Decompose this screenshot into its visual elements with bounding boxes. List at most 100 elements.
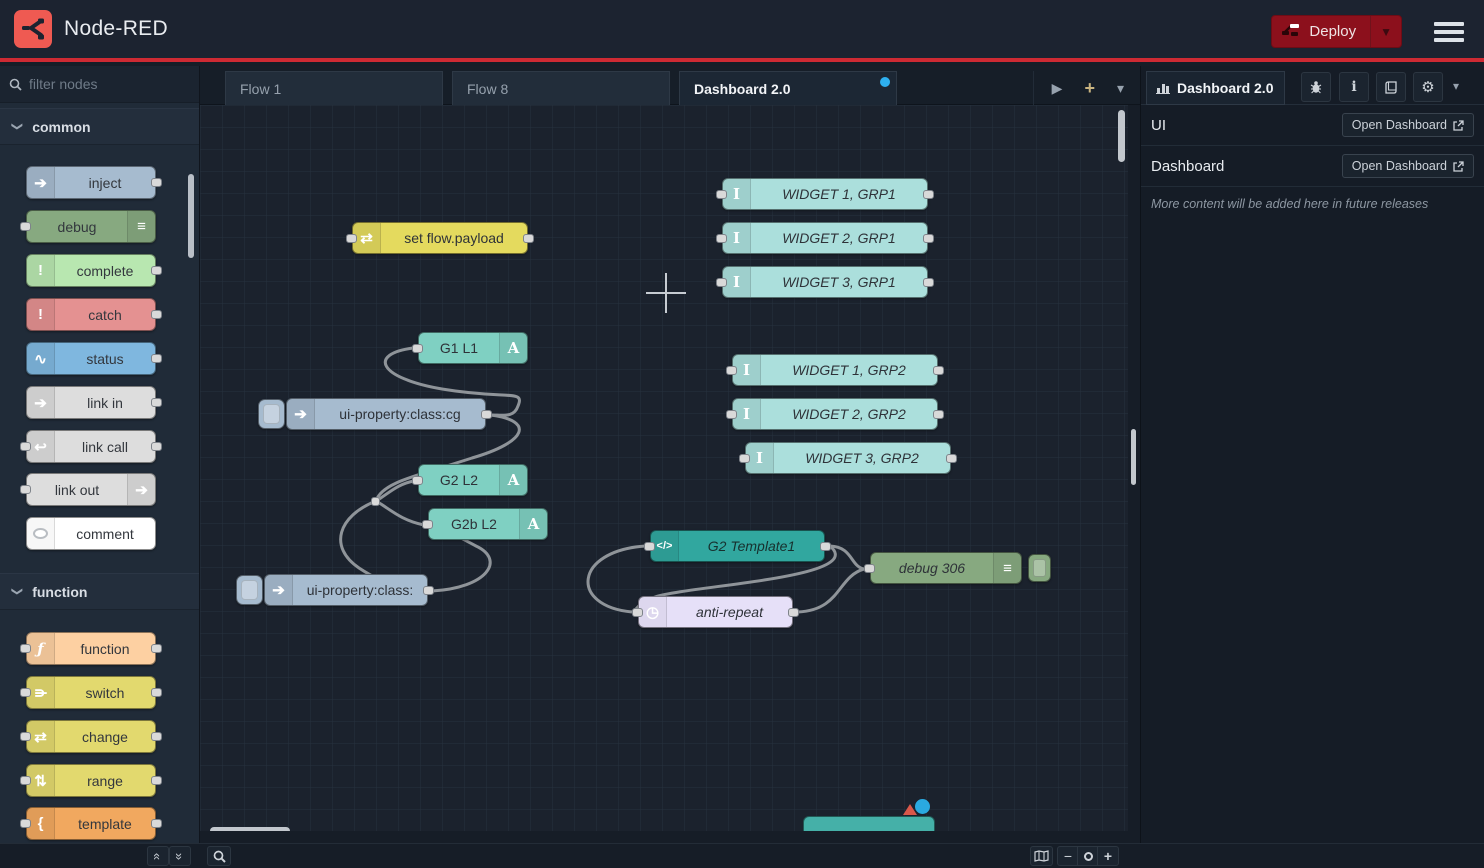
output-port [923,190,934,199]
modified-dot [915,799,930,814]
palette-node-debug[interactable]: debug ≡ [26,210,156,243]
style-a-icon: A [519,509,547,539]
output-port [151,644,162,653]
inject-button[interactable] [236,575,263,605]
gear-icon: ⚙ [1421,78,1434,96]
output-port [151,266,162,275]
palette-node-inject[interactable]: ➔ inject [26,166,156,199]
inject-icon: ➔ [287,399,315,429]
link-in-icon: ➔ [27,387,55,418]
flow-canvas[interactable]: ⇄ set flow.payload I WIDGET 1, GRP1 I WI… [200,105,1128,831]
node-widget-1-grp2[interactable]: I WIDGET 1, GRP2 [732,354,938,386]
palette-node-catch[interactable]: ! catch [26,298,156,331]
navigator-button[interactable] [1030,846,1053,866]
input-port [20,222,31,231]
node-debug-306[interactable]: debug 306 ≡ [870,552,1022,584]
node-g1-l1[interactable]: G1 L1 A [418,332,528,364]
sidebar-note: More content will be added here in futur… [1141,187,1484,221]
palette-node-function[interactable]: ƒ function [26,632,156,665]
wire-junction[interactable] [371,497,380,506]
tab-flow-8[interactable]: Flow 8 [452,71,670,105]
node-widget-3-grp1[interactable]: I WIDGET 3, GRP1 [722,266,928,298]
palette-node-range[interactable]: ⇅ range [26,764,156,797]
palette-filter[interactable]: filter nodes [0,66,199,103]
node-anti-repeat[interactable]: ◷ anti-repeat [638,596,793,628]
output-port [820,542,831,551]
palette-node-switch[interactable]: ⋔ switch [26,676,156,709]
settings-button[interactable]: ⚙ [1413,72,1443,102]
zoom-in-button[interactable]: + [1097,846,1119,866]
input-port [20,819,31,828]
sidebar-header: Dashboard 2.0 i ⚙ ▾ [1141,66,1484,105]
palette-expand-all-button[interactable]: » [169,846,191,866]
deploy-button[interactable]: Deploy ▼ [1271,15,1402,48]
input-port [632,608,643,617]
node-ui-property-class[interactable]: ➔ ui-property:class: [264,574,428,606]
open-dashboard-button[interactable]: Open Dashboard [1342,154,1474,178]
open-dashboard-button[interactable]: Open Dashboard [1342,113,1474,137]
node-widget-2-grp2[interactable]: I WIDGET 2, GRP2 [732,398,938,430]
deploy-options-caret[interactable]: ▼ [1370,16,1401,47]
node-ui-property-class-cg[interactable]: ➔ ui-property:class:cg [286,398,486,430]
add-flow-button[interactable]: + [1084,78,1095,99]
debug-toggle-button[interactable] [1028,554,1051,582]
flow-tabbar: Flow 1 Flow 8 Dashboard 2.0 ▶ + ▾ [200,66,1140,105]
double-chevron-up-icon: « [150,852,165,859]
palette-scrollbar[interactable] [188,174,194,258]
help-button[interactable] [1376,72,1406,102]
canvas-vertical-scrollbar[interactable] [1118,110,1125,162]
palette-node-change[interactable]: ⇄ change [26,720,156,753]
node-widget-1-grp1[interactable]: I WIDGET 1, GRP1 [722,178,928,210]
input-port [726,410,737,419]
node-widget-3-grp2[interactable]: I WIDGET 3, GRP2 [745,442,951,474]
separator-grip[interactable] [1131,429,1136,485]
header: Node-RED Deploy ▼ [0,0,1484,62]
palette-category-common[interactable]: ❯ common [0,108,199,145]
exclamation-icon: ! [27,255,55,286]
node-g2-template1[interactable]: </> G2 Template1 [650,530,825,562]
external-link-icon [1453,161,1464,172]
palette-node-complete[interactable]: ! complete [26,254,156,287]
output-port [151,398,162,407]
next-tab-icon[interactable]: ▶ [1052,80,1063,97]
output-port [151,310,162,319]
sidebar-separator[interactable] [1128,105,1140,843]
palette-node-comment[interactable]: comment [26,517,156,550]
node-g2b-l2[interactable]: G2b L2 A [428,508,548,540]
tab-flow-1[interactable]: Flow 1 [225,71,443,105]
input-port [20,732,31,741]
switch-icon: ⋔ [27,677,55,708]
plus-icon: + [1104,848,1112,864]
palette-collapse-all-button[interactable]: « [147,846,169,866]
wires [200,105,1128,831]
info-button[interactable]: i [1339,72,1369,102]
bar-chart-icon [1156,82,1170,94]
palette-node-link-in[interactable]: ➔ link in [26,386,156,419]
tab-list-caret[interactable]: ▾ [1117,80,1124,97]
debug-messages-button[interactable] [1301,72,1331,102]
search-icon [9,78,22,91]
bug-icon [1309,80,1323,94]
canvas-horizontal-scrollbar[interactable] [210,827,290,831]
sidebar-menu-caret[interactable]: ▾ [1453,79,1459,93]
palette-node-link-call[interactable]: ↩ link call [26,430,156,463]
search-flows-button[interactable] [207,846,231,866]
deploy-icon [1282,23,1300,41]
node-partial-bottom[interactable] [803,816,935,831]
zoom-reset-icon [1084,852,1093,861]
sidebar-tab-dashboard[interactable]: Dashboard 2.0 [1146,71,1285,105]
node-widget-2-grp1[interactable]: I WIDGET 2, GRP1 [722,222,928,254]
palette-node-status[interactable]: ∿ status [26,342,156,375]
exclamation-icon: ! [27,299,55,330]
node-set-flow-payload[interactable]: ⇄ set flow.payload [352,222,528,254]
tab-dashboard-2-0[interactable]: Dashboard 2.0 [679,71,897,105]
node-g2-l2[interactable]: G2 L2 A [418,464,528,496]
zoom-out-button[interactable]: − [1057,846,1079,866]
palette-node-template[interactable]: { template [26,807,156,840]
main-menu-button[interactable] [1434,18,1464,46]
inject-button[interactable] [258,399,285,429]
zoom-reset-button[interactable] [1077,846,1099,866]
palette-node-link-out[interactable]: link out ➔ [26,473,156,506]
debug-icon: ≡ [127,211,155,242]
palette-category-function[interactable]: ❯ function [0,573,199,610]
